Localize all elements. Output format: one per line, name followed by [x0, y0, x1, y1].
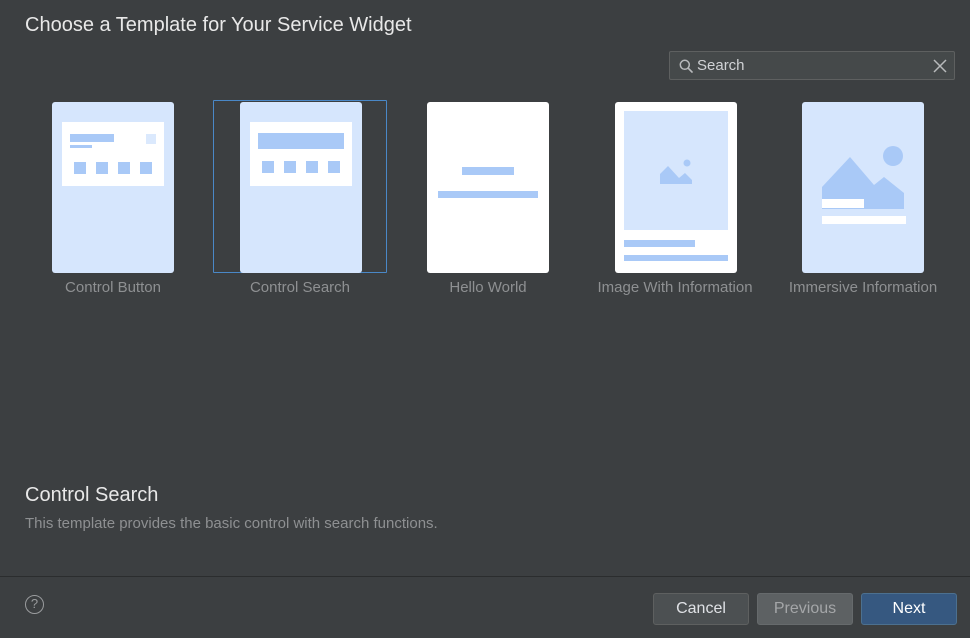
description-text: This template provides the basic control… [25, 515, 438, 532]
next-button[interactable]: Next [861, 593, 957, 625]
template-label: Hello World [449, 279, 527, 296]
description-title: Control Search [25, 484, 159, 506]
template-label: Immersive Information [788, 279, 938, 296]
footer-divider [0, 576, 970, 577]
template-preview [615, 102, 737, 273]
help-icon[interactable]: ? [25, 595, 44, 614]
template-preview [427, 102, 549, 273]
dialog-title: Choose a Template for Your Service Widge… [25, 14, 412, 36]
template-preview [52, 102, 174, 273]
cancel-button[interactable]: Cancel [653, 593, 749, 625]
template-control-search[interactable]: Control Search [212, 100, 388, 300]
search-field[interactable] [669, 51, 955, 80]
clear-search-icon[interactable] [933, 59, 947, 73]
template-preview [240, 102, 362, 273]
template-image-with-information[interactable]: Image With Information [587, 100, 763, 300]
search-icon [679, 59, 693, 78]
template-label: Image With Information [597, 279, 753, 296]
search-input[interactable] [697, 55, 917, 76]
template-immersive-information[interactable]: Immersive Information [775, 100, 951, 300]
template-label: Control Search [249, 279, 351, 296]
previous-button[interactable]: Previous [757, 593, 853, 625]
image-icon [660, 159, 692, 184]
template-hello-world[interactable]: Hello World [400, 100, 576, 300]
template-label: Control Button [65, 279, 161, 296]
template-control-button[interactable]: Control Button [25, 100, 201, 300]
template-preview [802, 102, 924, 273]
